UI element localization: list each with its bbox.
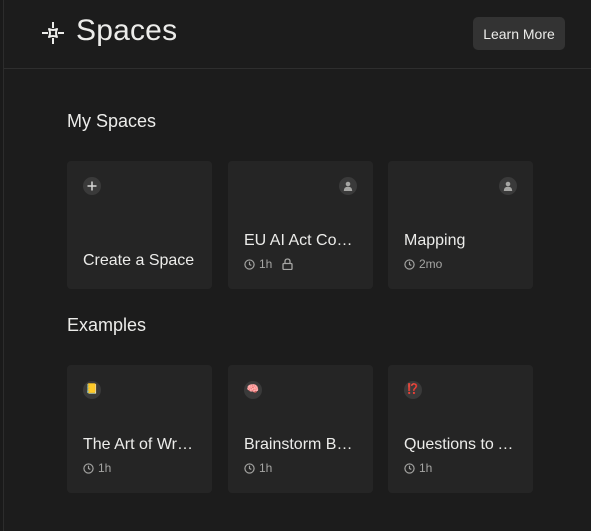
interrobang-icon: ⁉️ <box>404 381 422 399</box>
clock-icon <box>244 258 255 270</box>
space-card-eu-ai-act[interactable]: EU AI Act Compliance 1h <box>228 161 373 289</box>
card-time: 1h <box>98 461 112 475</box>
clock-icon <box>404 258 415 270</box>
example-card-brainstorm[interactable]: 🧠 Brainstorm Buddy 1h <box>228 365 373 493</box>
card-title: Questions to Ask <box>404 436 517 453</box>
example-card-art-of-writing[interactable]: 📒 The Art of Writing 1h <box>67 365 212 493</box>
card-title: Brainstorm Buddy <box>244 436 357 453</box>
lock-icon <box>282 258 294 270</box>
sidebar-edge <box>0 0 4 531</box>
notebook-icon: 📒 <box>83 381 101 399</box>
card-time: 1h <box>259 257 273 271</box>
space-card-mapping[interactable]: Mapping 2mo <box>388 161 533 289</box>
card-meta: 2mo <box>404 257 442 271</box>
card-meta: 1h <box>244 257 294 271</box>
card-emoji: 🧠 <box>246 384 260 395</box>
card-title: EU AI Act Compliance <box>244 232 357 249</box>
brain-icon: 🧠 <box>244 381 262 399</box>
card-time: 1h <box>259 461 273 475</box>
spaces-sparkle-icon <box>42 22 64 44</box>
card-emoji: ⁉️ <box>406 384 420 395</box>
card-title: Mapping <box>404 232 466 249</box>
card-meta: 1h <box>404 461 432 475</box>
clock-icon <box>83 462 94 474</box>
my-spaces-heading: My Spaces <box>67 111 157 131</box>
card-time: 1h <box>419 461 433 475</box>
card-meta: 1h <box>244 461 272 475</box>
card-title: Create a Space <box>83 252 195 269</box>
create-space-card[interactable]: Create a Space <box>67 161 212 289</box>
user-icon <box>499 177 517 195</box>
page-title: Spaces <box>76 14 178 47</box>
card-time: 2mo <box>419 257 443 271</box>
example-card-questions[interactable]: ⁉️ Questions to Ask 1h <box>388 365 533 493</box>
clock-icon <box>244 462 255 474</box>
learn-more-button[interactable]: Learn More <box>473 17 565 50</box>
card-meta: 1h <box>83 461 111 475</box>
page-header: Spaces Learn More <box>4 0 591 69</box>
user-icon <box>339 177 357 195</box>
card-emoji: 📒 <box>85 384 99 395</box>
examples-heading: Examples <box>67 315 147 335</box>
plus-icon <box>83 177 101 195</box>
card-title: The Art of Writing <box>83 436 196 453</box>
clock-icon <box>404 462 415 474</box>
